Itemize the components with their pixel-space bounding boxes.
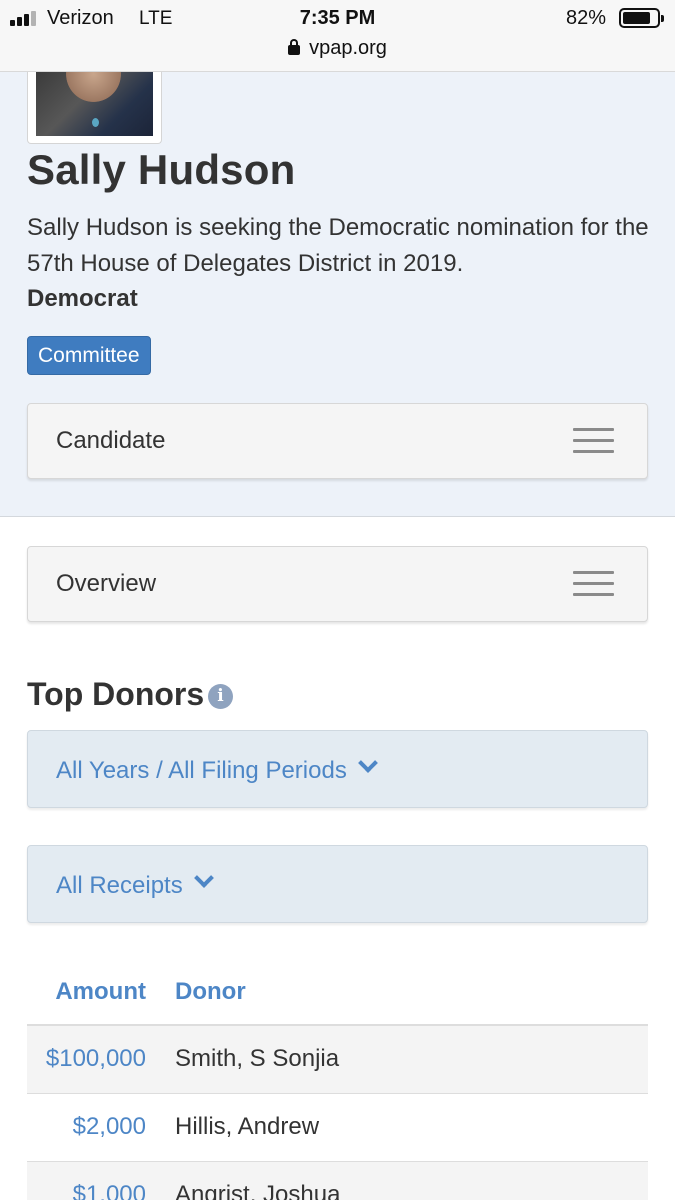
period-filter-label: All Years / All Filing Periods xyxy=(56,757,347,784)
chevron-down-icon xyxy=(193,868,214,888)
candidate-photo xyxy=(36,72,153,136)
battery-percent: 82% xyxy=(566,7,607,29)
receipt-filter-dropdown[interactable]: All Receipts xyxy=(27,845,648,923)
donation-amount[interactable]: $1,000 xyxy=(73,1181,146,1200)
period-filter-dropdown[interactable]: All Years / All Filing Periods xyxy=(27,730,648,808)
overview-menu-panel[interactable]: Overview xyxy=(27,546,648,622)
hamburger-icon[interactable] xyxy=(573,428,614,454)
battery-icon xyxy=(619,8,664,28)
top-donors-heading: Top Donors xyxy=(27,676,205,712)
candidate-name: Sally Hudson xyxy=(27,146,296,193)
candidate-photo-frame xyxy=(27,72,162,144)
address-bar[interactable]: vpap.org xyxy=(0,37,675,60)
donor-column-header[interactable]: Donor xyxy=(175,978,246,1006)
donors-table: Amount Donor $100,000 Smith, S Sonjia $2… xyxy=(27,960,648,1200)
donation-amount[interactable]: $100,000 xyxy=(46,1045,146,1073)
party-label: Democrat xyxy=(27,285,138,312)
table-row: $100,000 Smith, S Sonjia xyxy=(27,1026,648,1094)
amount-column-header[interactable]: Amount xyxy=(55,978,146,1006)
candidate-panel-label: Candidate xyxy=(56,427,166,454)
url-text: vpap.org xyxy=(309,37,387,59)
candidate-profile: Sally Hudson Sally Hudson is seeking the… xyxy=(0,72,675,517)
candidate-bio: Sally Hudson is seeking the Democratic n… xyxy=(27,214,649,277)
receipt-filter-label: All Receipts xyxy=(56,872,183,899)
donor-name: Smith, S Sonjia xyxy=(175,1045,340,1072)
table-row: $1,000 Angrist, Joshua xyxy=(27,1162,648,1200)
info-icon[interactable]: i xyxy=(208,684,233,709)
donor-name: Hillis, Andrew xyxy=(175,1113,320,1140)
hamburger-icon[interactable] xyxy=(573,571,614,597)
candidate-menu-panel[interactable]: Candidate xyxy=(27,403,648,479)
table-header: Amount Donor xyxy=(27,960,648,1026)
overview-panel-label: Overview xyxy=(56,570,157,597)
chevron-down-icon xyxy=(357,753,378,773)
committee-button[interactable]: Committee xyxy=(27,336,151,375)
status-bar: Verizon LTE 7:35 PM 82% vpap.org xyxy=(0,0,675,72)
lock-icon xyxy=(288,39,301,55)
donor-name: Angrist, Joshua xyxy=(175,1181,341,1200)
table-row: $2,000 Hillis, Andrew xyxy=(27,1094,648,1162)
donation-amount[interactable]: $2,000 xyxy=(73,1113,146,1141)
